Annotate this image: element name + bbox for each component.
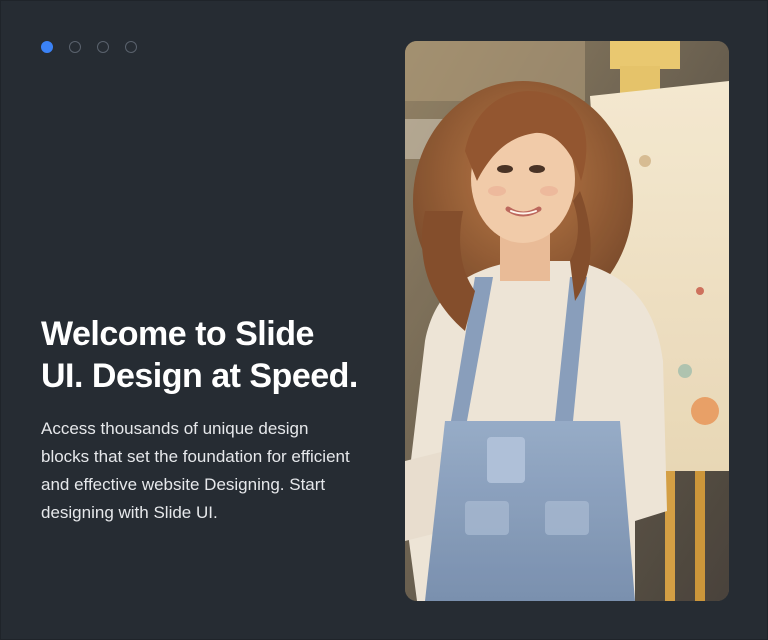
- carousel-pagination: [41, 41, 137, 53]
- hero-title: Welcome to Slide UI. Design at Speed.: [41, 315, 358, 395]
- pagination-dot-3[interactable]: [97, 41, 109, 53]
- hero-description: Access thousands of unique design blocks…: [41, 419, 350, 522]
- pagination-dot-1[interactable]: [41, 41, 53, 53]
- onboarding-screen: Welcome to Slide UI. Design at Speed. Ac…: [0, 0, 768, 640]
- hero-image: [405, 41, 729, 601]
- hero-copy: Welcome to Slide UI. Design at Speed. Ac…: [41, 313, 361, 527]
- pagination-dot-4[interactable]: [125, 41, 137, 53]
- pagination-dot-2[interactable]: [69, 41, 81, 53]
